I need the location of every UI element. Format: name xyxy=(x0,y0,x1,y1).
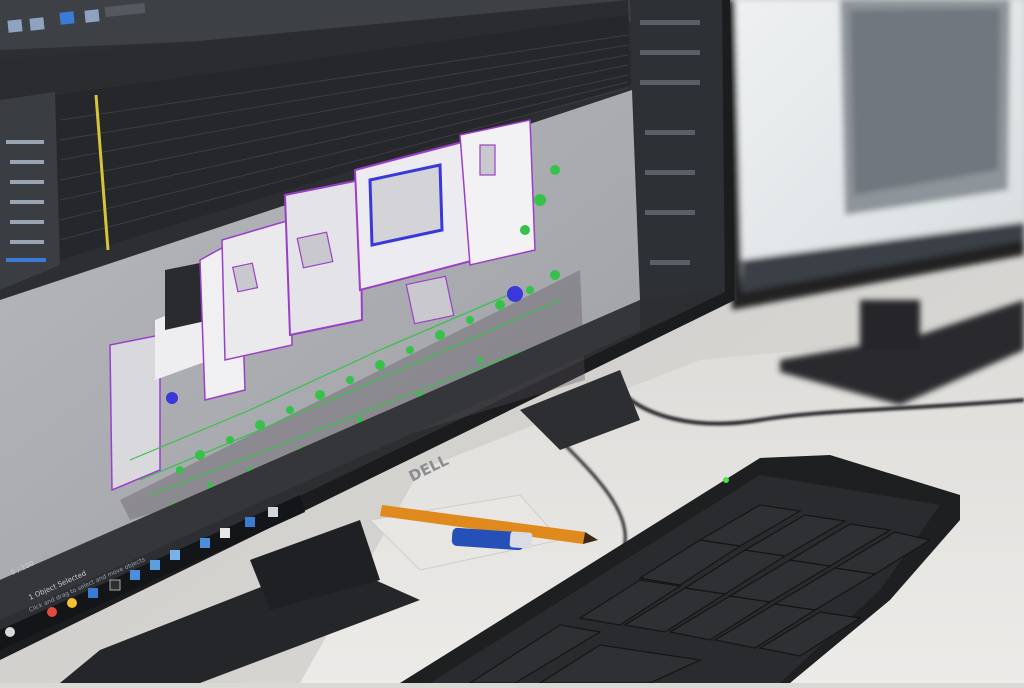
sphere-object xyxy=(507,286,523,302)
keyboard-led xyxy=(723,477,729,483)
office-desk-photo: 1 Object Selected Click and drag to sele… xyxy=(0,0,1024,684)
command-panel xyxy=(630,0,724,300)
